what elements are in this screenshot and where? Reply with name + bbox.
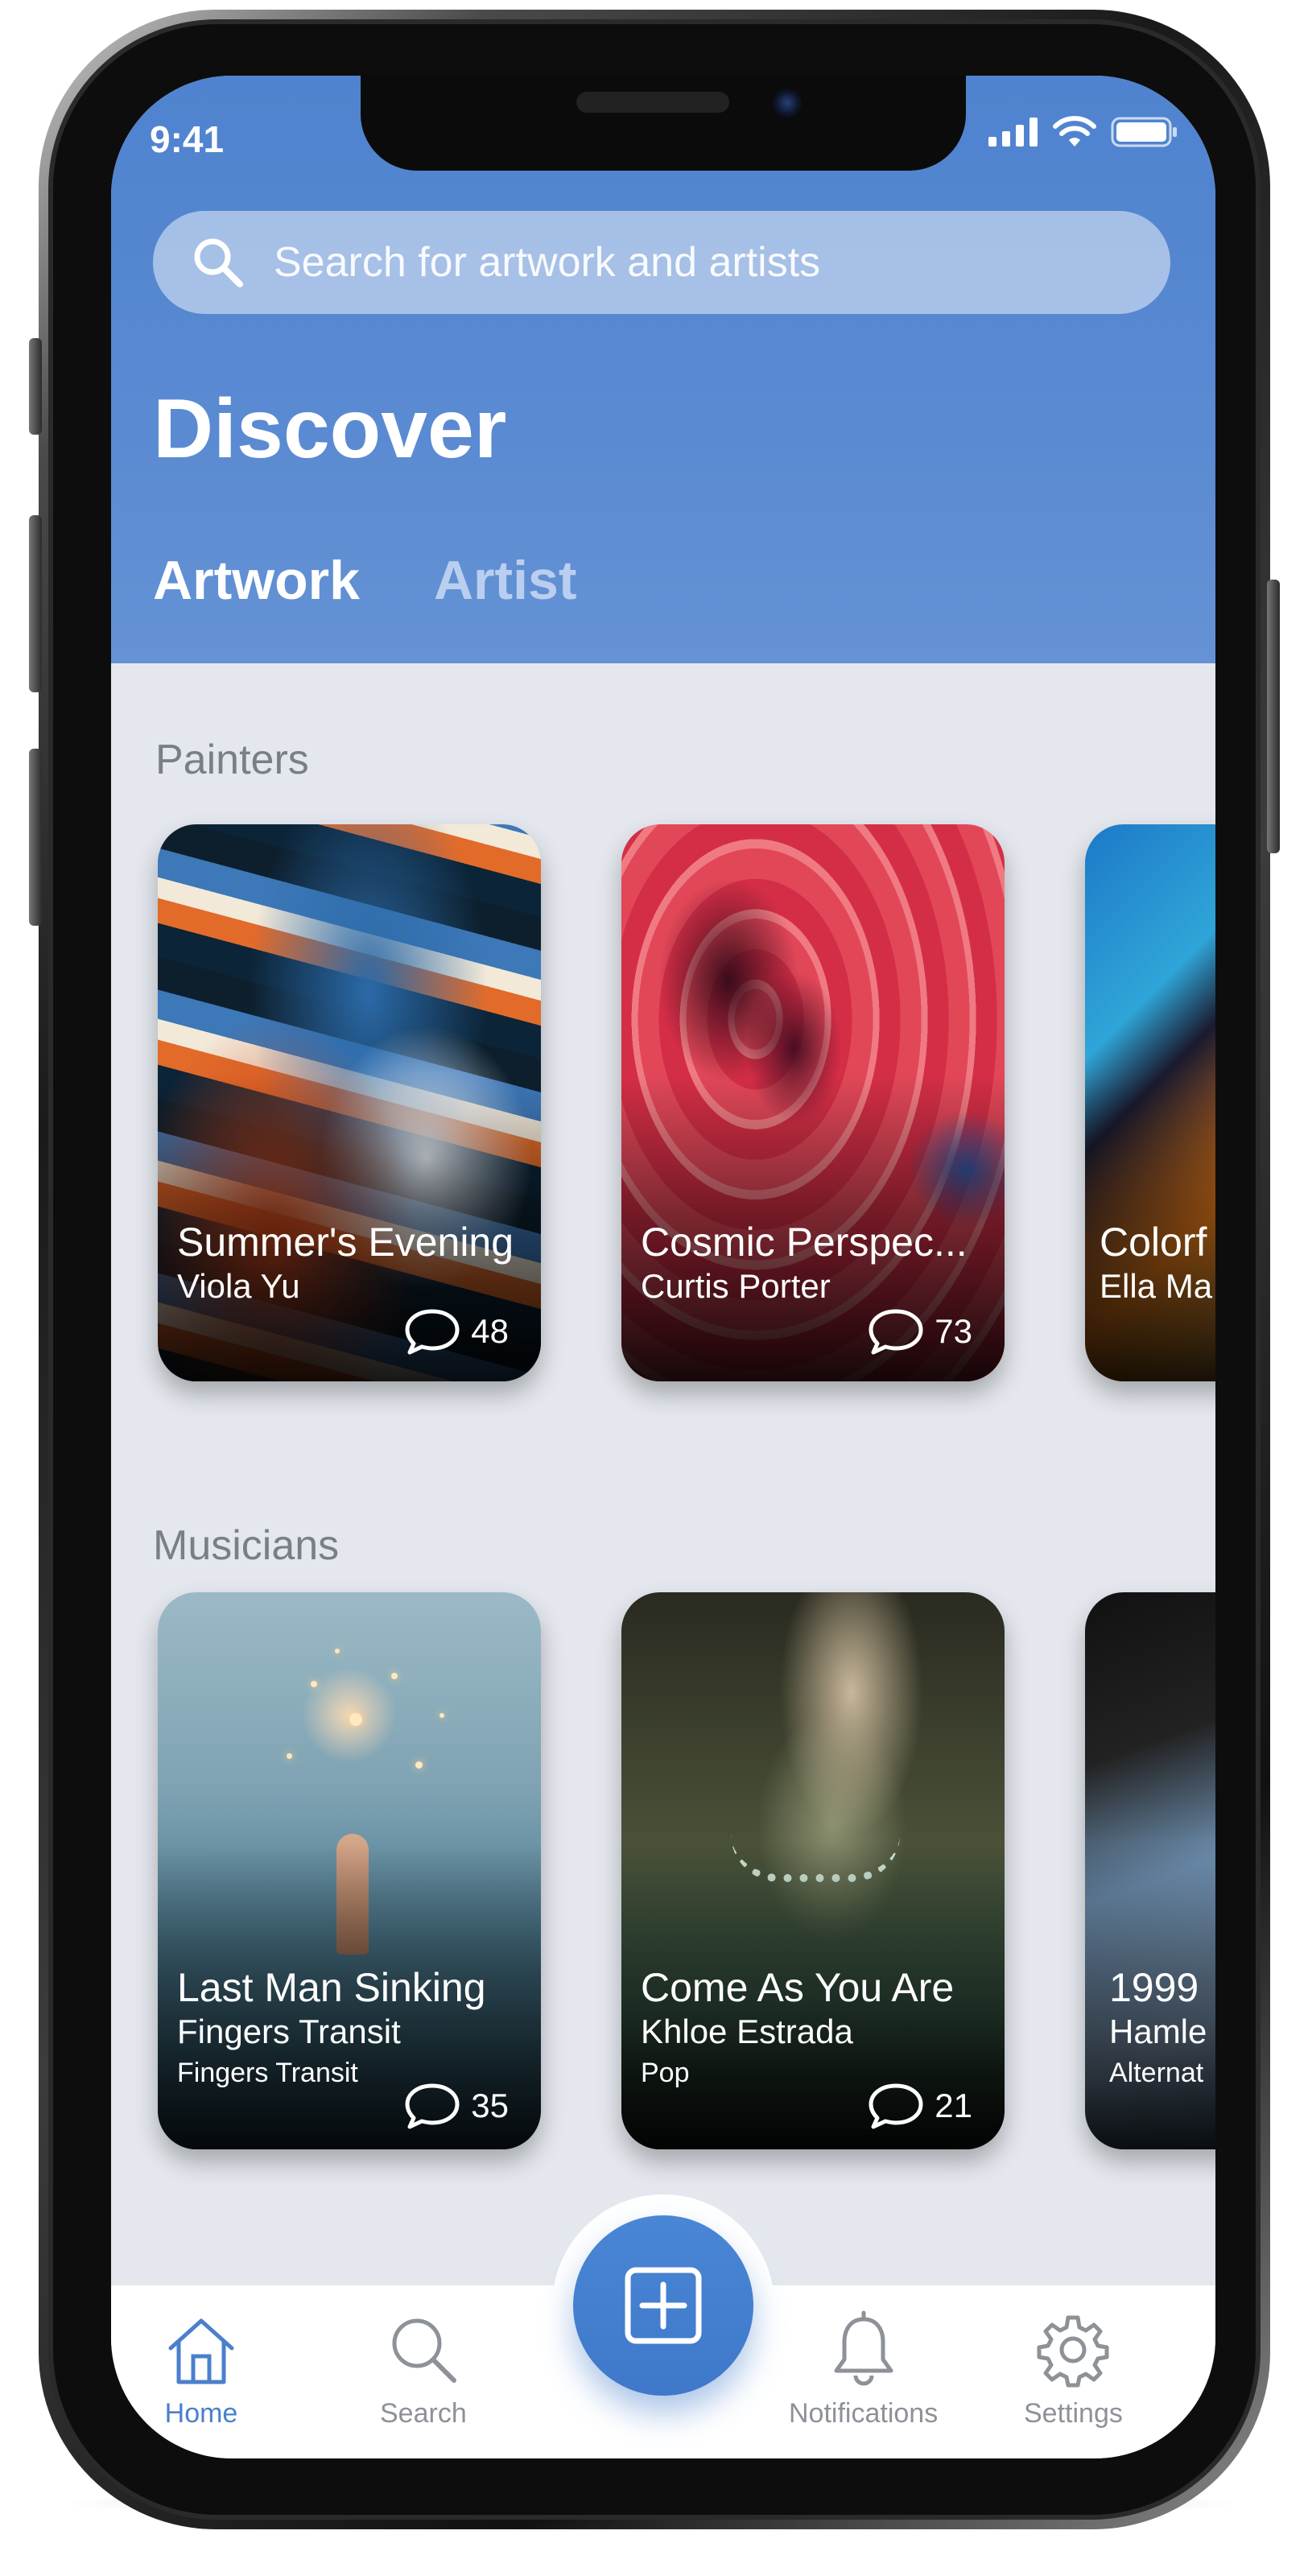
search-icon [194,238,243,287]
card-title: Last Man Sinking [177,1965,486,2010]
nav-home[interactable]: Home [161,2310,241,2429]
search-icon [392,2318,456,2383]
nav-search[interactable]: Search [380,2310,467,2429]
card-artist: Ella Ma [1100,1267,1213,1305]
card-title: Cosmic Perspec... [641,1220,968,1265]
status-time: 9:41 [150,118,225,160]
card-genre: Fingers Transit [177,2058,358,2088]
card-artist: Hamle [1109,2013,1207,2050]
comment-count-value: 35 [471,2087,509,2124]
signal-icon [988,118,1038,147]
page-title: Discover [153,382,507,476]
music-card[interactable]: 1999 Hamle Alternat [1085,1592,1215,2149]
card-genre: Alternat [1109,2058,1204,2088]
power-button [1267,580,1280,853]
earpiece-speaker [576,92,729,113]
gear-icon [1037,2315,1109,2388]
card-title: Summer's Evening [177,1220,514,1265]
volume-up-button [29,515,42,692]
section-title-musicians: Musicians [153,1522,340,1569]
sparkle [287,1753,292,1759]
music-card[interactable]: Come As You Are Khloe Estrada Pop 21 [621,1592,1005,2149]
sparkle [335,1649,340,1653]
tab-artwork[interactable]: Artwork [153,549,360,612]
app-screen: 9:41 Search for artwork and artists Disc… [111,76,1215,2458]
card-artist: Viola Yu [177,1267,300,1305]
comment-icon [405,2083,460,2129]
volume-down-button [29,749,42,926]
discover-header: 9:41 Search for artwork and artists Disc… [111,76,1215,663]
sparkle [415,1761,423,1769]
comment-icon [869,2083,923,2129]
front-camera [773,89,802,118]
nav-notifications[interactable]: Notifications [789,2310,938,2429]
battery-icon [1111,117,1177,147]
nav-home-label: Home [164,2398,238,2429]
sparkle [391,1673,398,1679]
sparkle [311,1681,317,1687]
search-placeholder: Search for artwork and artists [274,239,821,286]
wifi-icon [1053,116,1096,147]
sparkle [349,1713,362,1726]
card-artist: Fingers Transit [177,2013,401,2050]
nav-search-label: Search [380,2398,467,2429]
comment-count-value: 73 [935,1312,972,1350]
comment-icon [869,1309,923,1355]
artwork-card[interactable]: Summer's Evening Viola Yu 48 [158,824,541,1381]
nav-settings-label: Settings [1024,2398,1123,2429]
comment-count-value: 21 [935,2087,972,2124]
card-genre: Pop [641,2058,690,2088]
card-title: Come As You Are [641,1965,955,2010]
search-bar[interactable]: Search for artwork and artists [153,211,1170,314]
comment-count[interactable]: 21 [867,2082,972,2130]
artwork-card[interactable]: Cosmic Perspec... Curtis Porter 73 [621,824,1005,1381]
category-tabs: Artwork Artist [153,549,577,612]
artwork-card[interactable]: Colorf Ella Ma [1085,824,1215,1381]
tab-artist[interactable]: Artist [434,549,577,612]
card-artist: Khloe Estrada [641,2013,853,2050]
comment-count[interactable]: 73 [867,1307,972,1356]
add-icon [625,2267,702,2344]
notch [361,76,966,171]
nav-notifications-label: Notifications [789,2398,939,2429]
comment-icon [405,1309,460,1355]
card-artist: Curtis Porter [641,1267,831,1305]
comment-count[interactable]: 35 [403,2082,509,2130]
home-icon [168,2318,234,2384]
mute-switch [29,338,42,435]
add-button[interactable] [573,2215,753,2396]
status-icons [988,116,1178,148]
music-card[interactable]: Last Man Sinking Fingers Transit Fingers… [158,1592,541,2149]
comment-count[interactable]: 48 [403,1307,509,1356]
comment-count-value: 48 [471,1312,509,1350]
nav-settings[interactable]: Settings [1024,2310,1123,2429]
section-title-painters: Painters [155,737,309,783]
sparkle [439,1713,444,1718]
bell-icon [834,2310,893,2386]
card-title: Colorf [1100,1220,1207,1265]
card-title: 1999 [1109,1965,1199,2010]
